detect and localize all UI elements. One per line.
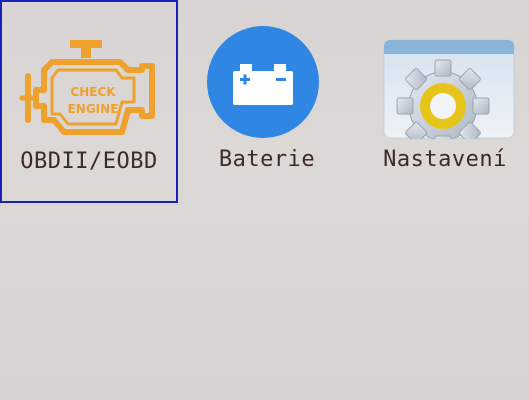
battery-icon bbox=[178, 18, 356, 140]
main-menu: CHECK ENGINE OBDII/EOBD Baterie Nastaven… bbox=[0, 0, 529, 210]
menu-item-nastaveni[interactable]: Nastavení bbox=[356, 0, 529, 203]
menu-item-label: Nastavení bbox=[383, 147, 507, 172]
check-engine-icon: CHECK ENGINE bbox=[2, 20, 180, 142]
menu-item-label: OBDII/EOBD bbox=[20, 149, 158, 174]
svg-text:ENGINE: ENGINE bbox=[68, 102, 119, 116]
menu-item-label: Baterie bbox=[218, 147, 316, 172]
menu-item-baterie[interactable]: Baterie bbox=[178, 0, 356, 203]
menu-item-obdii-eobd[interactable]: CHECK ENGINE OBDII/EOBD bbox=[0, 0, 178, 203]
check-engine-icon-text: CHECK bbox=[70, 85, 116, 99]
settings-gear-icon bbox=[356, 18, 529, 140]
